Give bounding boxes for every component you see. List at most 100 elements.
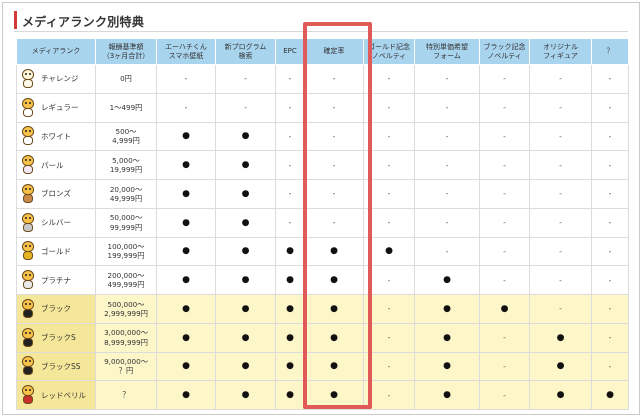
- benefit-unavailable-mark: -: [288, 160, 292, 170]
- rank-cell-content: チャレンジ: [20, 68, 94, 89]
- rank-cell-content: プラチナ: [20, 270, 94, 290]
- mascot-body: [23, 107, 33, 117]
- reward-base-cell: 50,000〜 99,999円: [95, 207, 157, 238]
- rank-cell-content: ブラックS: [20, 327, 94, 348]
- benefit-unavailable-mark: -: [387, 74, 391, 84]
- benefit-unavailable-mark: -: [608, 131, 612, 141]
- benefit-unavailable-mark: -: [503, 160, 506, 170]
- header-epc: EPC: [275, 38, 305, 65]
- benefit-cell: ●: [215, 236, 276, 267]
- benefit-cell: -: [363, 150, 415, 180]
- mascot-eye: [29, 302, 31, 305]
- benefit-unavailable-mark: -: [445, 131, 449, 141]
- benefit-unavailable-mark: -: [608, 218, 612, 228]
- benefit-cell: -: [479, 64, 530, 94]
- benefit-cell: -: [591, 121, 629, 152]
- mascot-body: [23, 251, 33, 261]
- header-gold-novelty: ゴールド記念 ノベルティ: [363, 38, 415, 65]
- benefit-unavailable-mark: -: [184, 74, 188, 84]
- benefit-cell: -: [479, 179, 530, 209]
- benefit-cell: ●: [304, 351, 364, 382]
- rank-cell: ブラックS: [16, 322, 96, 353]
- header-unknown: ？: [591, 38, 629, 65]
- rank-cell-content: レギュラー: [20, 97, 94, 118]
- benefit-available-mark: ●: [241, 275, 250, 286]
- benefit-available-mark: ●: [443, 390, 451, 401]
- benefit-cell: -: [414, 179, 480, 209]
- mascot-head: [22, 212, 34, 224]
- benefit-cell: ●: [156, 265, 216, 295]
- benefit-cell: ●: [215, 322, 276, 353]
- benefit-unavailable-mark: -: [387, 361, 391, 371]
- benefit-cell: -: [529, 92, 592, 123]
- benefit-cell: -: [591, 207, 629, 238]
- rank-name: レギュラー: [41, 103, 79, 113]
- benefit-available-mark: ●: [330, 303, 338, 314]
- rank-cell-content: ホワイト: [20, 126, 94, 146]
- table-row: ホワイト 500〜 4,999円 ● ● - - - - - - -: [16, 121, 629, 152]
- reward-base-cell: 500,000〜 2,999,999円: [95, 294, 157, 324]
- rank-name: ゴールド: [41, 246, 71, 256]
- mascot-body: [23, 280, 33, 290]
- benefit-unavailable-mark: -: [288, 218, 292, 228]
- benefit-available-mark: ●: [182, 390, 190, 401]
- mascot-eye: [25, 216, 27, 219]
- benefit-cell: ●: [275, 380, 305, 410]
- benefit-cell: ●: [215, 207, 276, 238]
- rank-cell: パール: [16, 150, 96, 180]
- benefit-cell: -: [363, 322, 415, 353]
- mascot-eye: [25, 331, 27, 334]
- benefit-cell: -: [479, 265, 530, 295]
- benefit-cell: -: [304, 121, 364, 152]
- benefit-cell: -: [363, 351, 415, 382]
- benefit-cell: -: [215, 64, 276, 94]
- mascot-eye: [29, 187, 31, 190]
- benefit-cell: -: [529, 294, 592, 324]
- mascot-head: [22, 126, 34, 138]
- benefit-cell: -: [479, 207, 530, 238]
- benefit-cell: ●: [363, 236, 415, 267]
- benefit-available-mark: ●: [330, 246, 338, 257]
- benefit-unavailable-mark: -: [445, 160, 449, 170]
- mascot-avatar-icon: [20, 97, 36, 118]
- benefit-unavailable-mark: -: [608, 361, 612, 371]
- benefit-cell: ●: [215, 150, 276, 180]
- benefit-cell: -: [363, 179, 415, 209]
- mascot-body: [23, 337, 33, 347]
- reward-base-cell: 3,000,000〜 8,999,999円: [95, 322, 157, 353]
- benefit-cell: ●: [414, 322, 480, 353]
- benefit-unavailable-mark: -: [387, 333, 391, 343]
- rank-name: レッドベリル: [41, 390, 86, 400]
- benefit-available-mark: ●: [182, 361, 190, 372]
- benefit-cell: ●: [529, 322, 592, 353]
- table-row: ブラック 500,000〜 2,999,999円 ● ● ● ● - ● ● - -: [16, 294, 629, 324]
- benefit-unavailable-mark: -: [559, 246, 562, 256]
- benefit-cell: ●: [156, 236, 216, 267]
- mascot-body: [23, 78, 33, 88]
- rank-cell-content: ゴールド: [20, 241, 94, 261]
- benefit-cell: -: [414, 236, 480, 267]
- benefit-cell: -: [529, 265, 592, 295]
- mascot-avatar-icon: [20, 327, 36, 348]
- benefit-unavailable-mark: -: [503, 390, 506, 400]
- benefit-available-mark: ●: [500, 303, 509, 314]
- mascot-head: [22, 356, 34, 368]
- benefit-cell: ●: [215, 351, 276, 382]
- mascot-eye: [25, 72, 27, 75]
- mascot-eye: [25, 187, 27, 190]
- benefit-cell: ●: [156, 294, 216, 324]
- benefit-available-mark: ●: [330, 332, 338, 343]
- benefit-available-mark: ●: [443, 332, 451, 343]
- benefit-cell: -: [275, 179, 305, 209]
- benefit-unavailable-mark: -: [503, 246, 506, 256]
- header-confirmation-rate: 確定率: [304, 38, 364, 65]
- rank-name: ブラックSS: [41, 361, 81, 371]
- benefit-cell: ●: [304, 322, 364, 353]
- benefit-cell: -: [156, 64, 216, 94]
- benefit-available-mark: ●: [241, 303, 250, 314]
- benefit-cell: -: [414, 121, 480, 152]
- header-reward-base: 報酬基準額 （3ヶ月合計）: [95, 38, 157, 65]
- rank-cell: プラチナ: [16, 265, 96, 295]
- mascot-head: [22, 327, 34, 339]
- benefit-unavailable-mark: -: [559, 74, 562, 84]
